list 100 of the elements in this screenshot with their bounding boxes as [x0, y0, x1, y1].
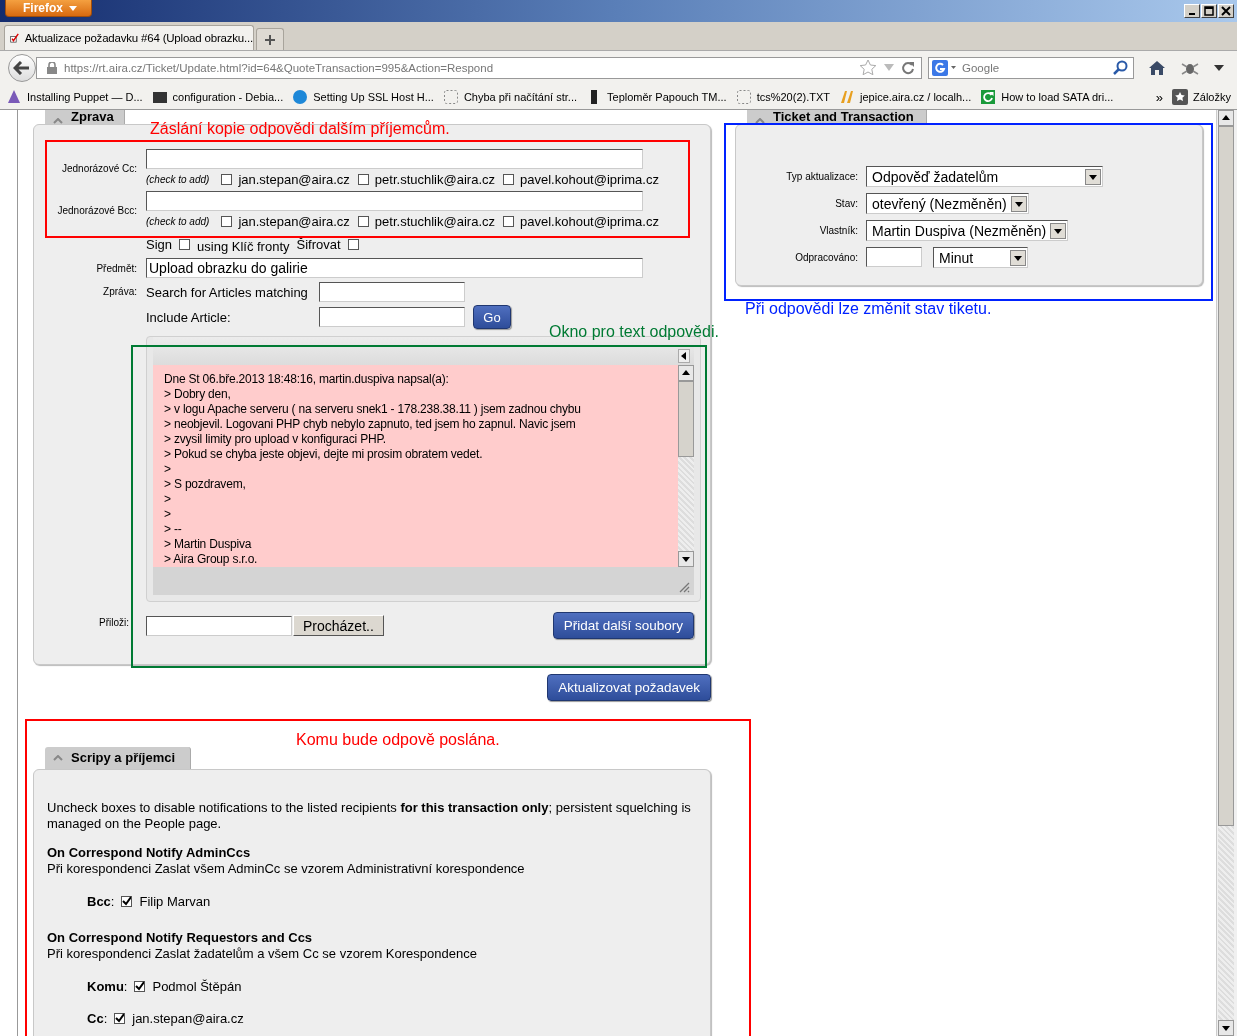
dashed-square-icon	[735, 89, 752, 105]
recipient-name: Podmol Štěpán	[152, 978, 242, 994]
annotation-text: Při odpovědi lze změnit stav tiketu.	[745, 300, 992, 318]
bookmark-item[interactable]: Teploměr Papouch TM...	[586, 89, 727, 105]
scroll-left-icon[interactable]	[678, 349, 690, 363]
input-field[interactable]	[319, 307, 465, 327]
close-icon	[1221, 6, 1231, 16]
checkbox[interactable]	[357, 174, 369, 185]
input-field[interactable]	[146, 149, 643, 169]
bug-icon[interactable]	[1180, 60, 1200, 76]
checkbox[interactable]	[357, 216, 369, 227]
checkbox[interactable]	[347, 239, 359, 250]
select-field[interactable]: Minut	[933, 247, 1028, 268]
bookmark-item[interactable]: How to load SATA dri...	[980, 89, 1114, 105]
field-label: Přiloži:	[98, 617, 129, 628]
message-line: > Dobry den,	[164, 387, 232, 402]
circle-icon	[292, 89, 309, 105]
message-line: > S pozdravem,	[164, 477, 247, 492]
go-button[interactable]: Go	[473, 305, 511, 329]
hint-text: (check to add)	[146, 216, 210, 227]
checkbox[interactable]	[134, 980, 146, 992]
reload-icon[interactable]	[901, 61, 915, 75]
scroll-up-icon[interactable]	[1218, 110, 1234, 126]
scroll-up-icon[interactable]	[678, 365, 694, 381]
checkbox[interactable]	[503, 216, 514, 227]
message-line: > neobjevil. Logovani PHP chyb nebylo zapnuto, ted jsem ho zapnul. Navic jsem	[164, 417, 577, 432]
bookmark-item[interactable]: jepice.aira.cz / localh...	[839, 89, 972, 105]
key-label: using Klíč fronty	[197, 239, 290, 254]
bookmark-item[interactable]: Chyba při načítání str...	[442, 89, 577, 105]
close-button[interactable]	[1218, 4, 1234, 18]
dropdown-icon[interactable]	[1010, 195, 1027, 212]
section-tab[interactable]: Zprava	[45, 110, 125, 124]
checkbox[interactable]	[179, 239, 191, 250]
field-label: Stav:	[835, 198, 858, 209]
bookmarks-overflow[interactable]: »	[1155, 89, 1164, 105]
input-field[interactable]	[146, 191, 643, 211]
add-files-button[interactable]: Přidat další soubory	[552, 612, 694, 639]
minimize-button[interactable]	[1184, 4, 1200, 18]
select-field[interactable]: Odpověď žadatelům	[866, 166, 1103, 187]
bookmark-item[interactable]: tcs%20(2).TXT	[735, 89, 830, 105]
input-field[interactable]	[866, 247, 922, 267]
checkbox[interactable]	[221, 216, 233, 227]
scrip-title: On Correspond Notify AdminCcs	[47, 845, 252, 861]
caret-icon	[69, 5, 77, 11]
bookmark-item[interactable]: configuration - Debia...	[151, 89, 284, 105]
browse-button[interactable]: Procházet..	[293, 615, 384, 636]
update-request-button[interactable]: Aktualizovat požadavek	[547, 674, 711, 701]
checkbox[interactable]	[221, 174, 233, 185]
scrollbar-thumb[interactable]	[678, 381, 694, 457]
message-textarea[interactable]	[153, 365, 678, 567]
search-icon[interactable]	[1112, 60, 1128, 76]
triangle-icon	[6, 89, 22, 105]
address-field[interactable]: https://rt.aira.cz/Ticket/Update.html?id=64&QuoteTransaction=995&Action=Respond	[36, 57, 922, 79]
email-label: petr.stuchlik@aira.cz	[374, 214, 495, 229]
menu-caret-icon[interactable]	[1214, 65, 1224, 71]
subject-field[interactable]: Upload obrazku do galirie	[146, 258, 643, 278]
resize-grip-icon[interactable]	[678, 581, 690, 593]
message-line: Dne St 06.bře.2013 18:48:16, martin.duspiva napsal(a):	[164, 372, 450, 387]
dropdown-icon[interactable]	[1050, 222, 1067, 239]
home-icon[interactable]	[1148, 60, 1166, 76]
section-tab[interactable]: Ticket and Transaction	[747, 110, 927, 124]
checkbox[interactable]	[114, 1012, 126, 1024]
checkmark-icon	[115, 1013, 125, 1023]
file-field[interactable]	[146, 615, 292, 636]
bars-icon	[151, 89, 168, 105]
chevron-icon	[755, 118, 765, 124]
lock-icon	[47, 62, 57, 74]
back-button[interactable]	[8, 54, 36, 82]
scroll-down-icon[interactable]	[1218, 1020, 1234, 1036]
checkbox[interactable]	[503, 174, 514, 185]
section-tab[interactable]: Scripy a příjemci	[45, 747, 191, 769]
input-field[interactable]	[319, 282, 465, 302]
new-tab-button[interactable]	[256, 28, 284, 50]
bookmark-item[interactable]: Installing Puppet — D...	[6, 89, 143, 105]
field-label: Zpráva:	[102, 286, 137, 297]
search-engine-icon[interactable]	[932, 60, 958, 76]
bookmark-item[interactable]: Setting Up SSL Host H...	[292, 89, 434, 105]
field-label: Odpracováno:	[795, 252, 858, 263]
star-icon[interactable]	[859, 59, 877, 77]
recipient-role: Komu:	[87, 978, 128, 994]
include-article-label: Include Article:	[146, 309, 232, 325]
scrollbar-thumb[interactable]	[1218, 126, 1234, 826]
dropdown-icon[interactable]	[1010, 249, 1026, 266]
checkbox[interactable]	[121, 895, 133, 907]
search-field[interactable]: Google	[928, 57, 1134, 79]
back-arrow-icon	[13, 61, 31, 75]
bookmarks-menu[interactable]: Záložky	[1172, 89, 1231, 105]
message-line: >	[164, 507, 172, 522]
scroll-down-icon[interactable]	[678, 551, 694, 567]
scrip-description: Při korespondenci Zaslat žadatelům a všem Cc se vzorem Korespondence	[47, 946, 478, 962]
recipient-role: Bcc:	[87, 893, 115, 909]
email-label: pavel.kohout@iprima.cz	[520, 172, 659, 187]
browser-tab[interactable]: Aktualizace požadavku #64 (Upload obrazku...	[4, 25, 254, 50]
maximize-button[interactable]	[1201, 4, 1217, 18]
email-label: jan.stepan@aira.cz	[238, 172, 350, 187]
select-field[interactable]: otevřený (Nezměněn)	[866, 193, 1029, 214]
select-field[interactable]: Martin Duspiva (Nezměněn)	[866, 220, 1069, 241]
dropdown-icon[interactable]	[1085, 168, 1101, 185]
stripes-icon	[839, 89, 855, 105]
scrip-title: On Correspond Notify Requestors and Ccs	[47, 930, 314, 946]
